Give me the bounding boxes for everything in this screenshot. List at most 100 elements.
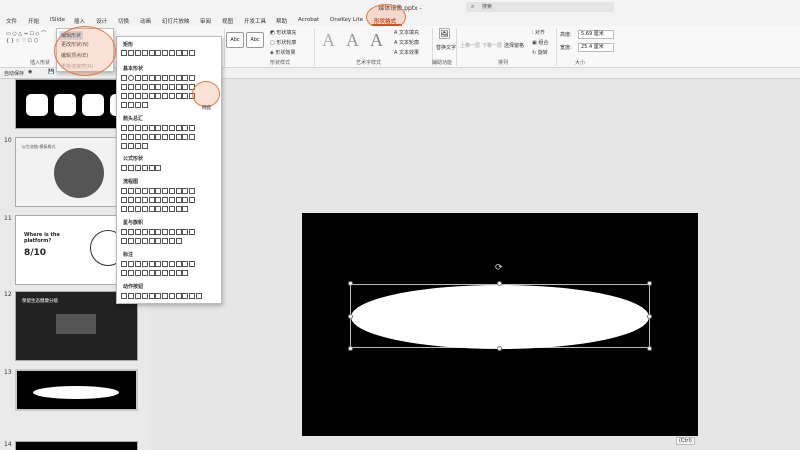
group-shape-styles-label: 形状样式: [270, 60, 291, 66]
group-button[interactable]: ▣ 组合: [532, 39, 548, 46]
resize-handle[interactable]: [497, 281, 502, 286]
category-block-arrows: 箭头总汇: [123, 116, 144, 122]
wordart-style-3[interactable]: A: [370, 30, 383, 51]
text-effects-label: 文本效果: [399, 50, 420, 56]
shape-gallery-preview[interactable]: ▭ ○ △ ⇒ ☐ ◇ ⌒: [6, 30, 46, 37]
group-insert-shapes-label: 插入形状: [30, 60, 51, 66]
resize-handle[interactable]: [348, 314, 353, 319]
wordart-style-1[interactable]: A: [322, 30, 335, 51]
shape-row[interactable]: [121, 196, 221, 205]
slide-title: 保留生态健康分级: [22, 299, 58, 304]
align-button[interactable]: ⫶ 对齐: [532, 29, 545, 36]
shape-gallery-preview-row2[interactable]: { } ☆ ♡ ⬠ ⬡: [6, 38, 38, 44]
slide-stat: 8/10: [24, 248, 47, 258]
tab-design[interactable]: 设计: [96, 17, 107, 25]
separator: [314, 28, 315, 66]
category-callouts: 标注: [123, 252, 134, 258]
category-basic-shapes: 基本形状: [123, 66, 144, 72]
shape-outline-label: 形状轮廓: [276, 40, 297, 46]
search-input[interactable]: ⌕ 搜索: [466, 2, 614, 12]
separator: [456, 28, 457, 66]
shape-row[interactable]: [121, 228, 221, 237]
shape-row[interactable]: [121, 49, 221, 58]
card-tile: [82, 94, 104, 116]
slide-number: 12: [4, 291, 12, 298]
separator: [556, 28, 557, 66]
shape-fill-button[interactable]: ◩ 形状填充: [270, 29, 296, 36]
tab-insert[interactable]: 插入: [74, 17, 85, 25]
shape-style-button[interactable]: Abc: [226, 32, 244, 48]
shape-row[interactable]: [121, 205, 221, 214]
shape-row[interactable]: [121, 133, 221, 142]
rotate-button[interactable]: ↻ 旋转: [532, 49, 548, 56]
width-label: 宽度:: [560, 45, 572, 51]
category-flowchart: 流程图: [123, 179, 139, 185]
shape-row[interactable]: [121, 124, 221, 133]
alt-text-button[interactable]: 替换文字: [436, 44, 456, 51]
category-equation-shapes: 公式形状: [123, 156, 144, 162]
shape-row[interactable]: [121, 237, 221, 246]
highlight-marker: [54, 26, 116, 76]
tab-help[interactable]: 帮助: [276, 17, 287, 25]
shape-row[interactable]: [121, 260, 221, 269]
resize-handle[interactable]: [348, 281, 353, 286]
tab-animations[interactable]: 动画: [140, 17, 151, 25]
shape-row[interactable]: [121, 187, 221, 196]
tab-developer[interactable]: 开发工具: [244, 17, 266, 25]
bring-forward-button[interactable]: 上移一层: [460, 42, 480, 49]
text-outline-label: 文本轮廓: [399, 40, 420, 46]
shape-gallery-dropdown: 矩形 基本形状 椭圆 箭头总汇 公式形状 流程图 星与旗帜 标注 动作按钮: [116, 36, 222, 304]
text-fill-button[interactable]: A 文本填充: [394, 29, 419, 36]
slide-number: 10: [4, 137, 12, 144]
wordart-style-2[interactable]: A: [346, 30, 359, 51]
save-icon[interactable]: 💾: [48, 69, 54, 75]
tab-view[interactable]: 视图: [222, 17, 233, 25]
highlight-marker: [192, 81, 220, 107]
width-input[interactable]: 25.4 厘米: [578, 43, 614, 52]
search-placeholder: 搜索: [482, 4, 493, 10]
text-outline-button[interactable]: A 文本轮廓: [394, 39, 419, 46]
tab-transitions[interactable]: 切换: [118, 17, 129, 25]
tab-acrobat[interactable]: Acrobat: [298, 17, 319, 23]
resize-handle[interactable]: [647, 314, 652, 319]
text-effects-button[interactable]: A 文本效果: [394, 49, 419, 56]
current-slide[interactable]: ⟳: [302, 213, 698, 436]
tab-slideshow[interactable]: 幻灯片放映: [162, 17, 190, 25]
shape-row[interactable]: [121, 142, 221, 151]
slide-thumbnail-14[interactable]: [15, 441, 138, 450]
group-wordart-label: 艺术字样式: [356, 60, 382, 66]
diagram-circle: [54, 148, 104, 198]
slide-image: [56, 314, 96, 334]
tab-home[interactable]: 开始: [28, 17, 39, 25]
alt-text-icon: 🖼: [438, 29, 451, 40]
tab-review[interactable]: 审阅: [200, 17, 211, 25]
autosave-toggle-icon[interactable]: ◉: [28, 69, 32, 75]
shape-fill-label: 形状填充: [276, 30, 297, 36]
shape-outline-button[interactable]: ▢ 形状轮廓: [270, 39, 296, 46]
tab-onekey[interactable]: OneKey Lite: [330, 17, 363, 23]
resize-handle[interactable]: [348, 346, 353, 351]
ellipse-shape[interactable]: [351, 285, 649, 349]
tab-file[interactable]: 文件: [6, 17, 17, 25]
resize-handle[interactable]: [647, 346, 652, 351]
slide-thumbnail-13[interactable]: [15, 369, 138, 411]
shape-style-button-2[interactable]: Abc: [246, 32, 264, 48]
card-tile: [26, 94, 48, 116]
group-label: 组合: [538, 40, 549, 46]
resize-handle[interactable]: [497, 346, 502, 351]
send-backward-button[interactable]: 下移一层: [482, 42, 502, 49]
shape-row[interactable]: [121, 292, 221, 301]
height-input[interactable]: 5.69 厘米: [578, 30, 614, 39]
category-action-buttons: 动作按钮: [123, 284, 144, 290]
shape-effects-button[interactable]: ◈ 形状效果: [270, 49, 295, 56]
autosave-label[interactable]: 自动保存: [4, 70, 24, 77]
shape-row[interactable]: [121, 269, 221, 278]
shape-effects-label: 形状效果: [275, 50, 296, 56]
selection-pane-button[interactable]: 选择窗格: [504, 42, 524, 49]
paste-options-badge[interactable]: (Ctrl): [676, 437, 695, 445]
group-size-label: 大小: [575, 60, 586, 66]
resize-handle[interactable]: [647, 281, 652, 286]
tab-islide[interactable]: iSlide: [50, 17, 65, 23]
shape-row[interactable]: [121, 164, 221, 173]
rotate-handle-icon[interactable]: ⟳: [495, 263, 503, 273]
